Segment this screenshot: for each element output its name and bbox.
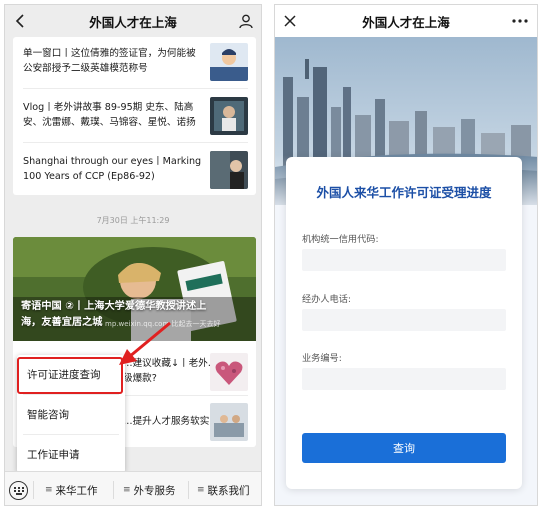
progress-query-form: 外国人来华工作许可证受理进度 机构统一信用代码: 经办人电话: 业务编号: 查询 [286, 157, 522, 489]
divider [23, 88, 248, 89]
divider [33, 481, 34, 499]
article-item[interactable]: 单一窗口丨这位倩雅的签证官，为何能被公安部授予二级英雄模范称号 [23, 37, 248, 85]
menu-lines-icon: ≡ [45, 485, 53, 495]
article-item[interactable]: Shanghai through our eyes丨Marking 100 Ye… [23, 145, 248, 193]
keyboard-icon[interactable] [9, 481, 28, 500]
article-title: Vlog丨老外讲故事 89-95期 史东、陆高安、沈雷娜、戴璞、马锦容、星悦、诺… [23, 102, 196, 128]
article-title: Shanghai through our eyes丨Marking 100 Ye… [23, 156, 202, 182]
top-bar: 外国人才在上海 [275, 5, 537, 37]
menu-lines-icon: ≡ [123, 485, 131, 495]
menu-lines-icon: ≡ [197, 485, 205, 495]
tab-label: 来华工作 [55, 484, 98, 497]
agent-phone-label: 经办人电话: [302, 294, 352, 305]
tab-contact-us[interactable]: ≡ 联系我们 [197, 482, 250, 498]
article-thumbnail [210, 353, 248, 391]
red-arrow-annotation [119, 321, 171, 365]
tab-foreign-expert-services[interactable]: ≡ 外专服务 [123, 482, 176, 498]
highlight-box [17, 357, 123, 394]
agent-phone-input[interactable] [302, 309, 506, 331]
user-icon[interactable] [237, 12, 255, 30]
article-thumbnail [210, 43, 248, 81]
query-button[interactable]: 查询 [302, 433, 506, 463]
tab-label: 外专服务 [133, 484, 176, 497]
bottom-menu-bar: ≡ 来华工作 ≡ 外专服务 ≡ 联系我们 [5, 471, 261, 505]
article-thumbnail [210, 97, 248, 135]
business-number-input[interactable] [302, 368, 506, 390]
top-bar: 外国人才在上海 [5, 5, 261, 37]
article-item[interactable]: Vlog丨老外讲故事 89-95期 史东、陆高安、沈雷娜、戴璞、马锦容、星悦、诺… [23, 91, 248, 139]
close-icon[interactable] [281, 12, 299, 30]
menu-item-work-permit-apply[interactable]: 工作证申请 [17, 435, 125, 473]
left-phone-screen: 外国人才在上海 单一窗口丨这位倩雅的签证官，为何能被公安部授予二级英雄模范称号 … [4, 4, 262, 506]
divider [188, 481, 189, 499]
article-thumbnail [210, 151, 248, 189]
article-list-card: 单一窗口丨这位倩雅的签证官，为何能被公安部授予二级英雄模范称号 Vlog丨老外讲… [13, 37, 256, 195]
right-phone-screen: 外国人才在上海 外国人来华工作许可证受理进度 机构统一信用代码: 经办人电话: … [274, 4, 538, 506]
article-title: 单一窗口丨这位倩雅的签证官，为何能被公安部授予二级英雄模范称号 [23, 48, 196, 74]
form-title: 外国人来华工作许可证受理进度 [316, 185, 492, 200]
page-title: 外国人才在上海 [362, 14, 450, 30]
tab-label: 联系我们 [207, 484, 250, 497]
menu-item-smart-consult[interactable]: 智能咨询 [17, 395, 125, 433]
more-dots-icon[interactable] [511, 12, 529, 30]
article-thumbnail [210, 403, 248, 441]
tab-work-in-china[interactable]: ≡ 来华工作 [45, 482, 98, 498]
divider [23, 142, 248, 143]
divider [113, 481, 114, 499]
chevron-left-icon[interactable] [11, 12, 29, 30]
message-timestamp: 7月30日 上午11:29 [96, 216, 170, 225]
org-credit-code-input[interactable] [302, 249, 506, 271]
org-credit-code-label: 机构统一信用代码: [302, 234, 379, 245]
business-number-label: 业务编号: [302, 353, 342, 364]
account-title: 外国人才在上海 [89, 14, 177, 30]
